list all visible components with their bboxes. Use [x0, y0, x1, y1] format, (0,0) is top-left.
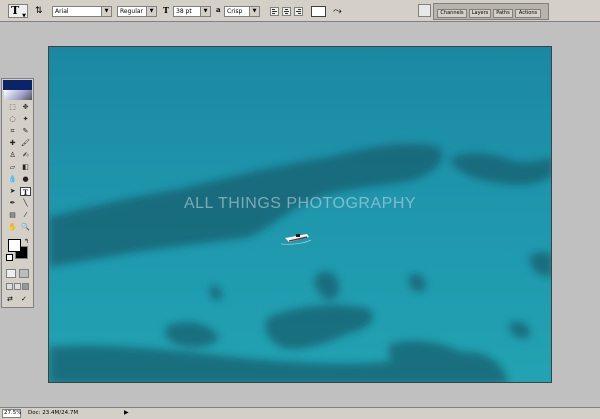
- blur-tool-icon[interactable]: 💧: [7, 175, 18, 184]
- antialias-select[interactable]: Crisp ▼: [224, 6, 260, 17]
- font-size-icon: T: [163, 5, 169, 15]
- brush-tool-icon[interactable]: 🖌: [20, 139, 31, 148]
- document-size-info: Doc: 23.4M/24.7M: [28, 410, 79, 416]
- jump-to-imageready-icon[interactable]: ⇄: [7, 295, 19, 303]
- status-bar: 27.5% Doc: 23.4M/24.7M ▶: [0, 407, 600, 419]
- align-left-icon[interactable]: [270, 7, 279, 16]
- swap-colors-icon[interactable]: ↰: [24, 238, 29, 245]
- chevron-down-icon: ▼: [200, 7, 210, 16]
- clone-stamp-tool-icon[interactable]: ♙: [7, 151, 18, 160]
- status-menu-arrow-icon[interactable]: ▶: [124, 408, 129, 418]
- standard-screen-mode-button[interactable]: [6, 283, 13, 290]
- text-orientation-icon[interactable]: ⇅: [35, 5, 47, 17]
- full-screen-menu-mode-button[interactable]: [14, 283, 21, 290]
- align-right-icon[interactable]: [294, 7, 303, 16]
- eyedropper-tool-icon[interactable]: ⁄: [20, 211, 31, 220]
- tab-actions[interactable]: Actions: [515, 9, 541, 18]
- chevron-down-icon: ▼: [249, 7, 259, 16]
- move-tool-icon[interactable]: ✥: [20, 103, 31, 112]
- font-family-value: Arial: [55, 8, 69, 15]
- lasso-tool-icon[interactable]: ◌: [7, 115, 18, 124]
- tab-paths[interactable]: Paths: [493, 9, 513, 18]
- path-selection-tool-icon[interactable]: ➤: [7, 187, 18, 196]
- standard-mode-button[interactable]: [6, 269, 16, 278]
- history-brush-tool-icon[interactable]: ✍: [20, 151, 31, 160]
- text-color-swatch[interactable]: [311, 6, 326, 17]
- type-tool-preset-glyph: T: [11, 4, 20, 17]
- font-style-value: Regular: [120, 8, 144, 15]
- font-family-select[interactable]: Arial ▼: [52, 6, 112, 17]
- file-browser-icon[interactable]: [418, 4, 431, 17]
- jump-to-imageready-arrow-icon[interactable]: ✓: [21, 295, 31, 303]
- tab-paths-label: Paths: [496, 10, 510, 16]
- document-canvas[interactable]: ALL THINGS PHOTOGRAPHY: [48, 46, 552, 383]
- align-center-icon[interactable]: [282, 7, 291, 16]
- chevron-down-icon: ▼: [101, 7, 111, 16]
- notes-tool-icon[interactable]: ▤: [7, 211, 18, 220]
- slice-tool-icon[interactable]: ✎: [20, 127, 31, 136]
- zoom-level-field[interactable]: 27.5%: [2, 409, 21, 418]
- foreground-color-swatch[interactable]: [8, 239, 21, 252]
- eraser-tool-icon[interactable]: ▱: [7, 163, 18, 172]
- warp-text-icon[interactable]: ⤳: [333, 4, 342, 18]
- tab-channels[interactable]: Channels: [437, 9, 467, 18]
- options-bar: T ▼ ⇅ Arial ▼ Regular ▼ T 38 pt ▼ a Cris…: [0, 0, 600, 22]
- toolbox-palette: ⬚ ✥ ◌ ✦ ⌗ ✎ ✚ 🖌 ♙ ✍ ▱ ◧ 💧 ● ➤ T ✒ ╲ ▤ ⁄ ✋ 🔍 ↰ ⇄ ✓: [1, 78, 34, 308]
- zoom-tool-icon[interactable]: 🔍: [20, 223, 31, 232]
- font-size-value: 38 pt: [176, 8, 192, 15]
- chevron-down-icon: ▼: [22, 13, 26, 19]
- hand-tool-icon[interactable]: ✋: [7, 223, 18, 232]
- healing-brush-tool-icon[interactable]: ✚: [7, 139, 18, 148]
- palette-well: Channels Layers Paths Actions: [433, 3, 549, 20]
- tab-layers-label: Layers: [471, 10, 489, 16]
- default-colors-icon[interactable]: [6, 254, 13, 261]
- font-style-select[interactable]: Regular ▼: [117, 6, 157, 17]
- chevron-down-icon: ▼: [146, 7, 156, 16]
- marquee-tool-icon[interactable]: ⬚: [7, 103, 18, 112]
- tool-preset-picker[interactable]: T ▼: [8, 4, 28, 19]
- quick-mask-mode-button[interactable]: [19, 269, 29, 278]
- watermark-text: ALL THINGS PHOTOGRAPHY: [183, 195, 417, 212]
- sea-photo: [49, 47, 551, 382]
- full-screen-mode-button[interactable]: [22, 283, 29, 290]
- crop-tool-icon[interactable]: ⌗: [7, 127, 18, 136]
- tab-actions-label: Actions: [518, 10, 538, 16]
- pen-tool-icon[interactable]: ✒: [7, 199, 18, 208]
- type-tool-icon[interactable]: T: [20, 187, 31, 197]
- line-tool-icon[interactable]: ╲: [20, 199, 31, 208]
- dodge-tool-icon[interactable]: ●: [20, 175, 31, 184]
- gradient-tool-icon[interactable]: ◧: [20, 163, 31, 172]
- tab-channels-label: Channels: [440, 10, 464, 16]
- antialias-value: Crisp: [227, 8, 243, 15]
- adobe-logo-icon[interactable]: [4, 90, 32, 100]
- tab-layers[interactable]: Layers: [469, 9, 491, 18]
- magic-wand-tool-icon[interactable]: ✦: [20, 115, 31, 124]
- antialias-icon: a: [216, 5, 221, 14]
- font-size-select[interactable]: 38 pt ▼: [173, 6, 211, 17]
